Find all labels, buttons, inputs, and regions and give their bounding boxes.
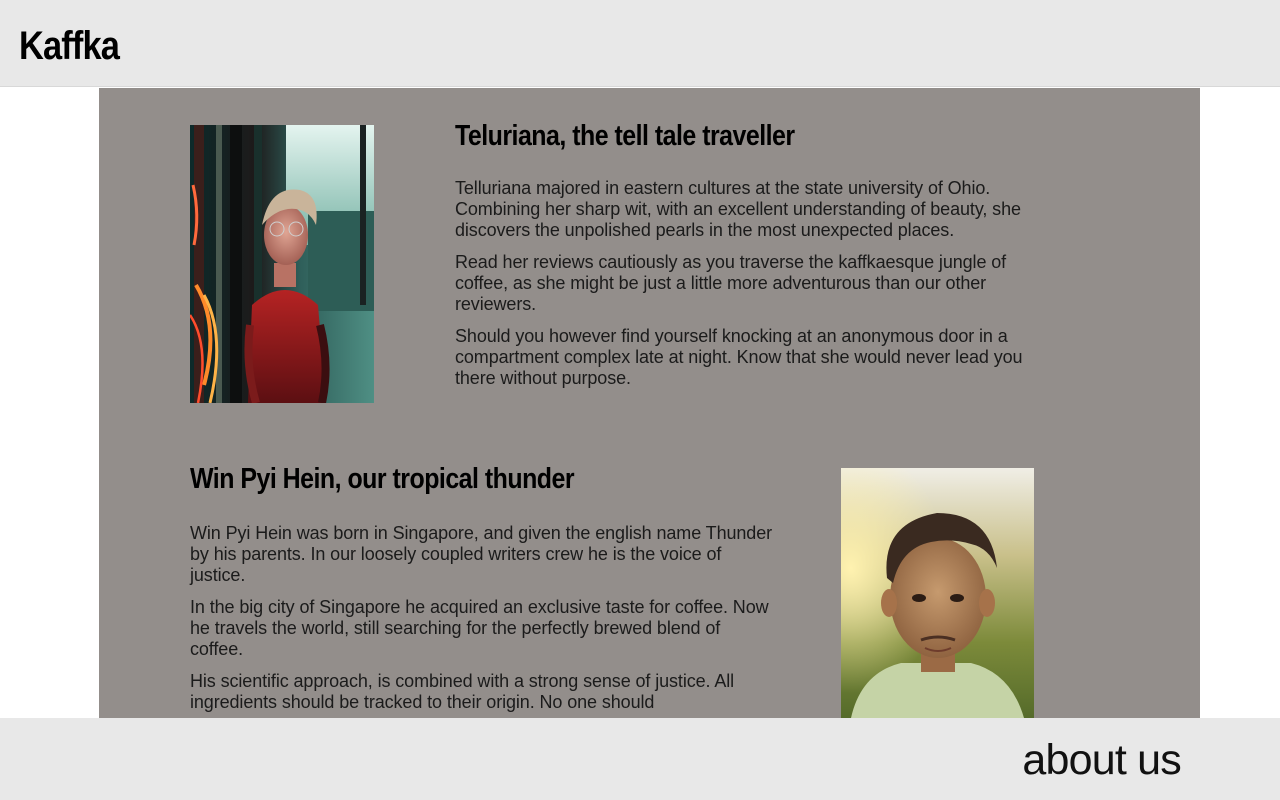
- profile-photo-teluriana: [190, 125, 374, 403]
- bio-paragraph: Telluriana majored in eastern cultures a…: [455, 178, 1021, 240]
- profile-bio-teluriana: Telluriana majored in eastern cultures a…: [455, 178, 1045, 400]
- about-us-label: about us: [1022, 736, 1181, 784]
- profile-photo-win-pyi-hein: [841, 468, 1034, 718]
- site-header: Kaffka: [0, 0, 1280, 87]
- bio-paragraph: Should you however find yourself knockin…: [455, 326, 1023, 388]
- profile-title-win-pyi-hein: Win Pyi Hein, our tropical thunder: [190, 463, 575, 495]
- profile-bio-win-pyi-hein: Win Pyi Hein was born in Singapore, and …: [190, 523, 775, 718]
- site-footer: about us: [0, 718, 1280, 800]
- bio-paragraph: His scientific approach, is combined wit…: [190, 671, 735, 712]
- site-logo[interactable]: Kaffka: [19, 22, 120, 70]
- profiles-panel: Teluriana, the tell tale traveller Tellu…: [99, 88, 1200, 718]
- profile-teluriana: Teluriana, the tell tale traveller Tellu…: [99, 88, 1200, 428]
- bio-paragraph: In the big city of Singapore he acquired…: [190, 597, 769, 659]
- bio-paragraph: Read her reviews cautiously as you trave…: [455, 252, 1007, 314]
- profile-title-teluriana: Teluriana, the tell tale traveller: [455, 120, 795, 152]
- bio-paragraph: Win Pyi Hein was born in Singapore, and …: [190, 523, 773, 585]
- profile-win-pyi-hein: Win Pyi Hein, our tropical thunder Win P…: [99, 428, 1200, 718]
